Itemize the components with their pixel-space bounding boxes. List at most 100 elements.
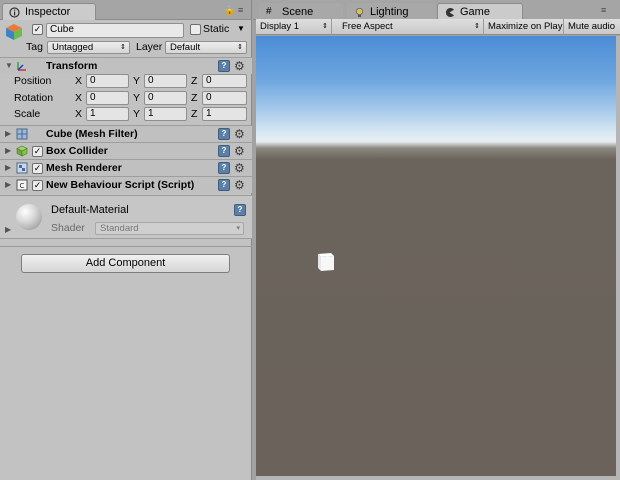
foldout-collapsed-icon[interactable]: ▶ [5, 163, 11, 172]
mute-audio-toggle[interactable]: Mute audio [564, 19, 620, 35]
box-collider-icon [16, 145, 28, 157]
mesh-renderer-icon [16, 162, 28, 174]
axis-x-label[interactable]: X [75, 92, 82, 104]
scale-z-field[interactable]: 1 [202, 107, 247, 121]
pacman-icon [445, 8, 454, 17]
game-viewport[interactable] [256, 36, 616, 476]
component-name: New Behaviour Script (Script) [46, 179, 195, 191]
dropdown-arrow-icon: ▾ [236, 225, 240, 232]
menu-icon[interactable]: ≡ [601, 5, 606, 15]
inspector-tabbar: Inspector 🔒 ≡ [0, 0, 251, 20]
gear-icon[interactable]: ⚙ [234, 179, 245, 191]
component-enabled-checkbox[interactable]: ✓ [32, 163, 43, 174]
material-name: Default-Material [51, 204, 129, 216]
tag-dropdown[interactable]: Untagged ⇕ [47, 41, 130, 54]
rotation-x-field[interactable]: 0 [86, 91, 129, 105]
transform-row-position: Position X 0 Y 0 Z 0 [0, 74, 252, 90]
component-header-mesh-renderer[interactable]: ▶ ✓ Mesh Renderer ? ⚙ [0, 159, 252, 176]
axis-x-label[interactable]: X [75, 108, 82, 120]
layer-label: Layer [136, 41, 163, 53]
mesh-filter-icon [16, 128, 28, 140]
layer-value: Default [170, 42, 201, 53]
dropdown-arrow-icon: ⇕ [474, 23, 480, 30]
gear-icon[interactable]: ⚙ [234, 162, 245, 174]
static-dropdown-arrow[interactable]: ▼ [237, 24, 245, 33]
help-icon[interactable]: ? [218, 179, 230, 191]
scale-x-field[interactable]: 1 [86, 107, 129, 121]
transform-title: Transform [46, 60, 98, 72]
component-enabled-checkbox[interactable]: ✓ [32, 146, 43, 157]
transform-row-scale: Scale X 1 Y 1 Z 1 [0, 107, 252, 123]
grid-icon: # [266, 6, 272, 17]
component-name: Box Collider [46, 145, 108, 157]
tab-inspector-label: Inspector [25, 6, 71, 18]
axis-z-label[interactable]: Z [191, 75, 197, 87]
help-icon[interactable]: ? [218, 128, 230, 140]
tab-lighting[interactable]: Lighting [347, 3, 435, 20]
row-label: Scale [14, 108, 41, 120]
axis-y-label[interactable]: Y [133, 75, 140, 87]
position-z-field[interactable]: 0 [202, 74, 247, 88]
foldout-collapsed-icon[interactable]: ▶ [5, 129, 11, 138]
component-enabled-checkbox[interactable]: ✓ [32, 180, 43, 191]
tab-inspector[interactable]: Inspector [2, 3, 96, 20]
display-dropdown[interactable]: Display 1 ⇕ [256, 19, 332, 35]
gear-icon[interactable]: ⚙ [234, 128, 245, 140]
maximize-on-play-toggle[interactable]: Maximize on Play [484, 19, 564, 35]
dropdown-arrow-icon: ⇕ [237, 44, 243, 51]
object-name-field[interactable]: Cube [46, 23, 184, 38]
static-checkbox[interactable] [190, 24, 201, 35]
scale-y-field[interactable]: 1 [144, 107, 187, 121]
active-checkbox[interactable]: ✓ [32, 24, 43, 35]
layer-dropdown[interactable]: Default ⇕ [165, 41, 247, 54]
shader-dropdown[interactable]: Standard ▾ [95, 222, 244, 235]
component-name: Mesh Renderer [46, 162, 122, 174]
aspect-dropdown[interactable]: Free Aspect ⇕ [338, 19, 484, 35]
foldout-expanded-icon[interactable]: ▼ [5, 61, 13, 70]
lock-icon[interactable]: 🔒 [224, 5, 235, 16]
tab-scene-label: Scene [282, 6, 314, 18]
game-view-border [256, 476, 620, 480]
foldout-collapsed-icon[interactable]: ▶ [5, 225, 11, 234]
tab-scene[interactable]: # Scene [259, 3, 343, 20]
info-icon [9, 7, 20, 18]
foldout-collapsed-icon[interactable]: ▶ [5, 180, 11, 189]
tab-game[interactable]: Game [437, 3, 523, 20]
gear-icon[interactable]: ⚙ [234, 60, 245, 72]
menu-icon[interactable]: ≡ [238, 5, 243, 15]
axis-z-label[interactable]: Z [191, 92, 197, 104]
gear-icon[interactable]: ⚙ [234, 145, 245, 157]
help-icon[interactable]: ? [218, 60, 230, 72]
divider [0, 246, 252, 247]
tab-game-label: Game [460, 6, 490, 18]
transform-header[interactable]: ▼ Transform ? ⚙ [0, 57, 252, 74]
axis-z-label[interactable]: Z [191, 108, 197, 120]
tag-value: Untagged [52, 42, 94, 53]
rotation-y-field[interactable]: 0 [144, 91, 187, 105]
transform-row-rotation: Rotation X 0 Y 0 Z 0 [0, 91, 252, 107]
component-header-script[interactable]: ▶ C ✓ New Behaviour Script (Script) ? ⚙ [0, 176, 252, 193]
game-view-border [616, 36, 620, 480]
axis-y-label[interactable]: Y [133, 92, 140, 104]
rotation-z-field[interactable]: 0 [202, 91, 247, 105]
material-preview-sphere[interactable] [16, 204, 42, 230]
csharp-script-icon: C [16, 179, 28, 191]
shader-value: Standard [100, 223, 139, 234]
help-icon[interactable]: ? [234, 204, 246, 216]
axis-y-label[interactable]: Y [133, 108, 140, 120]
transform-icon [17, 62, 26, 71]
position-y-field[interactable]: 0 [144, 74, 187, 88]
aspect-value: Free Aspect [342, 21, 393, 32]
help-icon[interactable]: ? [218, 145, 230, 157]
axis-x-label[interactable]: X [75, 75, 82, 87]
position-x-field[interactable]: 0 [86, 74, 129, 88]
component-header-mesh-filter[interactable]: ▶ Cube (Mesh Filter) ? ⚙ [0, 125, 252, 142]
help-icon[interactable]: ? [218, 162, 230, 174]
shader-label: Shader [51, 222, 85, 234]
bulb-icon [355, 7, 364, 17]
row-label: Rotation [14, 92, 54, 104]
foldout-collapsed-icon[interactable]: ▶ [5, 146, 11, 155]
add-component-button[interactable]: Add Component [21, 254, 230, 273]
dropdown-arrow-icon: ⇕ [120, 44, 126, 51]
component-header-box-collider[interactable]: ▶ ✓ Box Collider ? ⚙ [0, 142, 252, 159]
